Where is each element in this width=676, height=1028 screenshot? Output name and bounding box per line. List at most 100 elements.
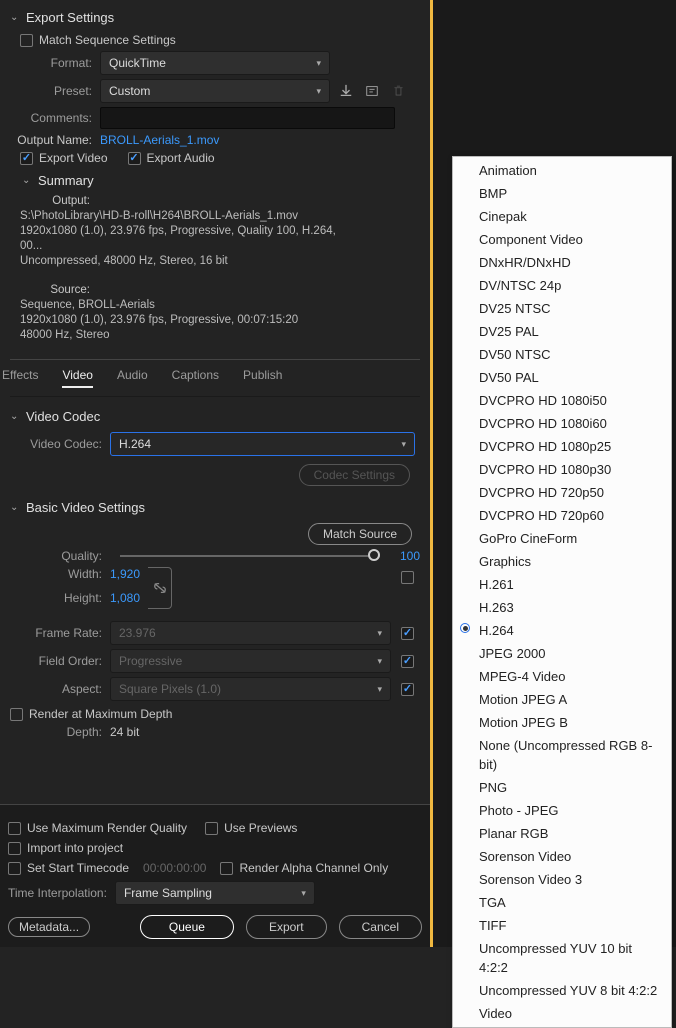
max-render-quality-checkbox[interactable] bbox=[8, 822, 21, 835]
video-codec-label: Video Codec: bbox=[10, 437, 110, 451]
codec-menu-item[interactable]: JPEG 2000 bbox=[453, 642, 671, 665]
codec-menu-item[interactable]: DV/NTSC 24p bbox=[453, 274, 671, 297]
codec-menu-item[interactable]: Animation bbox=[453, 159, 671, 182]
codec-menu-item[interactable]: MPEG-4 Video bbox=[453, 665, 671, 688]
slider-thumb-icon[interactable] bbox=[368, 549, 380, 561]
import-project-checkbox[interactable] bbox=[8, 842, 21, 855]
fieldorder-dropdown[interactable]: Progressive ▾ bbox=[110, 649, 391, 673]
codec-menu-item[interactable]: PNG bbox=[453, 776, 671, 799]
quality-label: Quality: bbox=[10, 549, 110, 563]
width-value[interactable]: 1,920 bbox=[110, 567, 140, 581]
caret-down-icon: ▾ bbox=[316, 86, 321, 97]
cancel-button[interactable]: Cancel bbox=[339, 915, 422, 939]
codec-menu-item[interactable]: Planar RGB bbox=[453, 822, 671, 845]
codec-menu-item[interactable]: GoPro CineForm bbox=[453, 527, 671, 550]
export-audio-checkbox[interactable] bbox=[128, 152, 141, 165]
output-name-link[interactable]: BROLL-Aerials_1.mov bbox=[100, 133, 219, 147]
framerate-dropdown[interactable]: 23.976 ▾ bbox=[110, 621, 391, 645]
codec-menu-item[interactable]: Component Video bbox=[453, 228, 671, 251]
format-label: Format: bbox=[10, 56, 100, 70]
codec-menu-item[interactable]: DV25 NTSC bbox=[453, 297, 671, 320]
use-previews-label: Use Previews bbox=[224, 821, 297, 835]
caret-down-icon: ▾ bbox=[301, 888, 306, 899]
codec-menu-item[interactable]: Motion JPEG A bbox=[453, 688, 671, 711]
export-audio-label: Export Audio bbox=[147, 151, 215, 165]
aspect-match-checkbox[interactable] bbox=[401, 683, 414, 696]
summary-output-label: Output: bbox=[20, 194, 90, 209]
tab-audio[interactable]: Audio bbox=[117, 368, 148, 388]
tab-effects[interactable]: Effects bbox=[2, 368, 38, 388]
codec-menu-item[interactable]: DVCPRO HD 720p50 bbox=[453, 481, 671, 504]
caret-down-icon: ▾ bbox=[377, 684, 382, 695]
time-interp-dropdown[interactable]: Frame Sampling ▾ bbox=[115, 881, 315, 905]
metadata-button[interactable]: Metadata... bbox=[8, 917, 90, 937]
tab-captions[interactable]: Captions bbox=[172, 368, 219, 388]
codec-menu-popup[interactable]: AnimationBMPCinepakComponent VideoDNxHR/… bbox=[452, 156, 672, 1028]
codec-menu-item[interactable]: DV50 PAL bbox=[453, 366, 671, 389]
comments-input[interactable] bbox=[100, 107, 395, 129]
video-codec-header[interactable]: ⌄ Video Codec bbox=[10, 405, 420, 428]
save-preset-icon[interactable] bbox=[336, 81, 356, 101]
chevron-down-icon: ⌄ bbox=[22, 175, 32, 186]
depth-label: Depth: bbox=[10, 725, 110, 739]
codec-menu-item[interactable]: DVCPRO HD 720p60 bbox=[453, 504, 671, 527]
aspect-dropdown[interactable]: Square Pixels (1.0) ▾ bbox=[110, 677, 391, 701]
tabs-bar: Effects Video Audio Captions Publish bbox=[10, 359, 420, 397]
summary-output-body: S:\PhotoLibrary\HD-B-roll\H264\BROLL-Aer… bbox=[20, 209, 350, 269]
caret-down-icon: ▾ bbox=[316, 58, 321, 69]
export-video-checkbox[interactable] bbox=[20, 152, 33, 165]
codec-menu-item[interactable]: TIFF bbox=[453, 914, 671, 937]
codec-menu-item[interactable]: DVCPRO HD 1080p30 bbox=[453, 458, 671, 481]
tab-publish[interactable]: Publish bbox=[243, 368, 282, 388]
codec-menu-item[interactable]: Sorenson Video bbox=[453, 845, 671, 868]
height-value[interactable]: 1,080 bbox=[110, 591, 140, 605]
render-alpha-checkbox[interactable] bbox=[220, 862, 233, 875]
match-sequence-checkbox[interactable] bbox=[20, 34, 33, 47]
codec-menu-item[interactable]: DV50 NTSC bbox=[453, 343, 671, 366]
codec-menu-item[interactable]: None (Uncompressed RGB 8-bit) bbox=[453, 734, 671, 776]
time-interp-label: Time Interpolation: bbox=[8, 886, 115, 900]
match-source-button[interactable]: Match Source bbox=[308, 523, 412, 545]
codec-menu-item[interactable]: TGA bbox=[453, 891, 671, 914]
quality-value[interactable]: 100 bbox=[390, 549, 420, 563]
export-settings-header[interactable]: ⌄ Export Settings bbox=[10, 6, 420, 29]
codec-menu-item[interactable]: Photo - JPEG bbox=[453, 799, 671, 822]
codec-menu-item[interactable]: Sorenson Video 3 bbox=[453, 868, 671, 891]
tab-video[interactable]: Video bbox=[62, 368, 92, 388]
codec-menu-item[interactable]: Uncompressed YUV 8 bit 4:2:2 bbox=[453, 979, 671, 1002]
codec-menu-item[interactable]: DV25 PAL bbox=[453, 320, 671, 343]
set-start-tc-checkbox[interactable] bbox=[8, 862, 21, 875]
codec-menu-item[interactable]: DVCPRO HD 1080i60 bbox=[453, 412, 671, 435]
codec-menu-item[interactable]: DVCPRO HD 1080p25 bbox=[453, 435, 671, 458]
render-alpha-label: Render Alpha Channel Only bbox=[239, 861, 388, 875]
export-button[interactable]: Export bbox=[246, 915, 327, 939]
framerate-match-checkbox[interactable] bbox=[401, 627, 414, 640]
codec-menu-item[interactable]: Graphics bbox=[453, 550, 671, 573]
codec-menu-item[interactable]: Uncompressed YUV 10 bit 4:2:2 bbox=[453, 937, 671, 979]
use-previews-checkbox[interactable] bbox=[205, 822, 218, 835]
preset-dropdown[interactable]: Custom ▾ bbox=[100, 79, 330, 103]
codec-menu-item[interactable]: H.263 bbox=[453, 596, 671, 619]
codec-menu-item[interactable]: H.264 bbox=[453, 619, 671, 642]
start-tc-value: 00:00:00:00 bbox=[143, 861, 206, 875]
format-dropdown[interactable]: QuickTime ▾ bbox=[100, 51, 330, 75]
codec-menu-item[interactable]: Motion JPEG B bbox=[453, 711, 671, 734]
render-max-depth-checkbox[interactable] bbox=[10, 708, 23, 721]
basic-video-title: Basic Video Settings bbox=[26, 500, 145, 515]
codec-menu-item[interactable]: H.261 bbox=[453, 573, 671, 596]
summary-header[interactable]: ⌄ Summary bbox=[10, 169, 420, 192]
width-match-checkbox[interactable] bbox=[401, 571, 414, 584]
video-codec-dropdown[interactable]: H.264 ▾ bbox=[110, 432, 415, 456]
link-dimensions-icon[interactable] bbox=[148, 567, 172, 609]
codec-menu-item[interactable]: BMP bbox=[453, 182, 671, 205]
quality-slider[interactable] bbox=[120, 555, 380, 557]
codec-menu-item[interactable]: DNxHR/DNxHD bbox=[453, 251, 671, 274]
import-preset-icon[interactable] bbox=[362, 81, 382, 101]
codec-menu-item[interactable]: Cinepak bbox=[453, 205, 671, 228]
queue-button[interactable]: Queue bbox=[140, 915, 234, 939]
basic-video-header[interactable]: ⌄ Basic Video Settings bbox=[10, 496, 420, 519]
fieldorder-match-checkbox[interactable] bbox=[401, 655, 414, 668]
delete-preset-icon bbox=[388, 81, 408, 101]
codec-menu-item[interactable]: Video bbox=[453, 1002, 671, 1025]
codec-menu-item[interactable]: DVCPRO HD 1080i50 bbox=[453, 389, 671, 412]
